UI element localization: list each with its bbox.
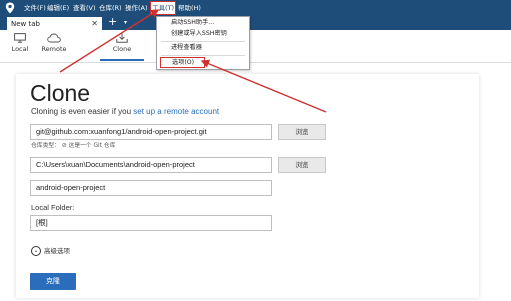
clone-button[interactable]: 克隆: [30, 273, 76, 290]
chevron-down-icon[interactable]: ▾: [124, 16, 127, 30]
menu-item-ssh-key[interactable]: 创建或导入SSH密钥: [171, 29, 227, 38]
cloud-icon: [47, 33, 61, 43]
setup-account-link[interactable]: set up a remote account: [133, 107, 219, 116]
close-icon[interactable]: ✕: [91, 18, 98, 30]
menu-actions[interactable]: 操作(A): [124, 2, 149, 14]
browse-button[interactable]: 浏览: [278, 124, 326, 140]
menu-view[interactable]: 查看(V): [72, 2, 97, 14]
source-url-input[interactable]: git@github.com:xuanfong1/android-open-pr…: [30, 124, 272, 140]
page-title: Clone: [30, 80, 91, 106]
download-icon: [116, 33, 128, 43]
browse-destination-button[interactable]: 浏览: [278, 157, 326, 173]
local-folder-label: Local Folder:: [31, 203, 75, 212]
subtitle: Cloning is even easier if you set up a r…: [31, 107, 219, 116]
active-tab-indicator: [100, 59, 144, 61]
name-input[interactable]: android-open-project: [30, 180, 272, 196]
tab-bar: New tab ✕: [0, 16, 511, 30]
chevron-down-circle-icon: ⌄: [31, 246, 41, 256]
menu-item-process-viewer[interactable]: 进程查看器: [171, 43, 202, 52]
destination-path-input[interactable]: C:\Users\xuan\Documents\android-open-pro…: [30, 157, 272, 173]
name-value: android-open-project: [36, 183, 106, 192]
tools-dropdown-menu: 启动SSH助手... 创建或导入SSH密钥 进程查看器 选项(O): [156, 16, 250, 70]
repo-type-hint: 仓库类型： ⊘ 这是一个 Git 仓库: [31, 143, 116, 149]
menu-edit[interactable]: 编辑(E): [46, 2, 70, 14]
menu-item-options[interactable]: 选项(O): [160, 57, 206, 68]
menu-help[interactable]: 帮助(H): [177, 2, 202, 14]
tab-new-tab[interactable]: New tab ✕: [7, 17, 102, 30]
menu-item-ssh-agent[interactable]: 启动SSH助手...: [171, 18, 214, 27]
advanced-options-toggle[interactable]: ⌄ 高级选项: [31, 245, 70, 256]
monitor-icon: [14, 33, 26, 43]
menu-separator: [161, 55, 245, 56]
clone-tab-label: Clone: [112, 45, 132, 53]
menu-file[interactable]: 文件(F): [23, 2, 47, 14]
menu-repository[interactable]: 仓库(R): [98, 2, 123, 14]
remote-button[interactable]: Remote: [34, 33, 74, 53]
local-folder-value: [根]: [36, 218, 48, 227]
menu-tools[interactable]: 工具(T): [150, 1, 177, 15]
clone-tab-button[interactable]: Clone: [102, 33, 142, 53]
menu-separator: [161, 41, 245, 42]
tab-label: New tab: [11, 20, 40, 28]
remote-label: Remote: [41, 45, 67, 53]
subtitle-text: Cloning is even easier if you: [31, 107, 134, 116]
local-folder-select[interactable]: [根]: [30, 215, 272, 231]
toolbar: Local Remote Clone: [0, 30, 511, 63]
source-url-value: git@github.com:xuanfong1/android-open-pr…: [36, 127, 207, 136]
advanced-options-label: 高级选项: [44, 247, 70, 255]
menu-bar: 文件(F) 编辑(E) 查看(V) 仓库(R) 操作(A) 工具(T) 帮助(H…: [0, 0, 511, 16]
new-tab-button[interactable]: +: [108, 16, 117, 28]
destination-path-value: C:\Users\xuan\Documents\android-open-pro…: [36, 160, 195, 169]
app-logo-icon: [5, 2, 15, 14]
